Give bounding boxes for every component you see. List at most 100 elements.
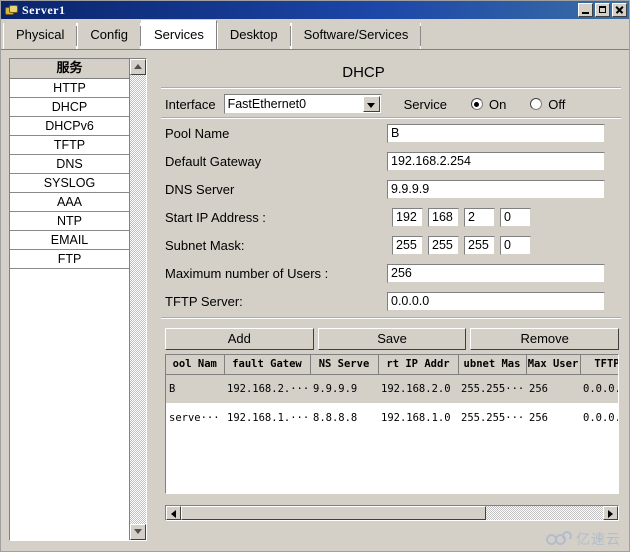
tab-desktop[interactable]: Desktop bbox=[216, 23, 291, 49]
tab-software-services[interactable]: Software/Services bbox=[290, 23, 422, 49]
services-list: 服务 HTTP DHCP DHCPv6 TFTP DNS SYSLOG AAA … bbox=[10, 59, 130, 540]
subnet-mask-row: Subnet Mask: 255 255 255 0 bbox=[157, 231, 625, 259]
pool-name-input[interactable]: B bbox=[387, 123, 605, 143]
col-dns-server[interactable]: NS Serve bbox=[310, 355, 379, 375]
dns-server-label: DNS Server bbox=[165, 181, 235, 197]
subnet-mask-octet-4[interactable]: 0 bbox=[500, 235, 531, 255]
dns-server-row: DNS Server 9.9.9.9 bbox=[157, 175, 625, 203]
cell-start-ip: 192.168.1.0 bbox=[378, 403, 458, 432]
subnet-mask-octet-2[interactable]: 255 bbox=[428, 235, 459, 255]
start-ip-label: Start IP Address : bbox=[165, 209, 266, 225]
max-users-row: Maximum number of Users : 256 bbox=[157, 259, 625, 287]
remove-button[interactable]: Remove bbox=[470, 328, 620, 350]
cloud-logo-icon bbox=[546, 531, 572, 547]
table-row[interactable]: B 192.168.2.··· 9.9.9.9 192.168.2.0 255.… bbox=[166, 374, 618, 403]
save-button[interactable]: Save bbox=[317, 328, 467, 350]
dhcp-panel: DHCP Interface FastEthernet0 Service On … bbox=[157, 50, 625, 551]
start-ip-octet-1[interactable]: 192 bbox=[392, 207, 423, 227]
start-ip-octet-3[interactable]: 2 bbox=[464, 207, 495, 227]
interface-select[interactable]: FastEthernet0 bbox=[223, 94, 382, 114]
subnet-mask-octet-3[interactable]: 255 bbox=[464, 235, 495, 255]
close-button[interactable] bbox=[612, 3, 627, 17]
scroll-right-icon[interactable] bbox=[603, 506, 618, 520]
service-off-option[interactable]: Off bbox=[530, 97, 565, 112]
scroll-up-icon[interactable] bbox=[130, 59, 146, 75]
default-gateway-row: Default Gateway 192.168.2.254 bbox=[157, 147, 625, 175]
sidebar-scrollbar[interactable] bbox=[130, 59, 146, 540]
sidebar-item-http[interactable]: HTTP bbox=[10, 79, 129, 98]
tab-config[interactable]: Config bbox=[77, 23, 141, 49]
default-gateway-label: Default Gateway bbox=[165, 153, 262, 169]
watermark-text: 亿速云 bbox=[576, 532, 621, 548]
title-bar: Server1 bbox=[1, 1, 629, 19]
pool-name-label: Pool Name bbox=[165, 125, 230, 141]
sidebar-item-ntp[interactable]: NTP bbox=[10, 212, 129, 231]
sidebar-item-dhcp[interactable]: DHCP bbox=[10, 98, 129, 117]
cell-tftp: 0.0.0.0 bbox=[580, 374, 618, 403]
service-on-option[interactable]: On bbox=[470, 96, 507, 112]
tab-services[interactable]: Services bbox=[141, 20, 217, 49]
window-title: Server1 bbox=[22, 2, 66, 17]
default-gateway-input[interactable]: 192.168.2.254 bbox=[387, 151, 605, 171]
service-on-label: On bbox=[488, 96, 507, 112]
sidebar-item-dhcpv6[interactable]: DHCPv6 bbox=[10, 117, 129, 136]
content-area: 服务 HTTP DHCP DHCPv6 TFTP DNS SYSLOG AAA … bbox=[1, 50, 629, 551]
subnet-mask-label: Subnet Mask: bbox=[165, 237, 245, 253]
col-max-user[interactable]: Max User bbox=[526, 355, 581, 375]
service-label: Service bbox=[403, 96, 447, 112]
cell-tftp: 0.0.0.0 bbox=[580, 403, 618, 432]
services-list-header: 服务 bbox=[10, 59, 129, 79]
services-sidebar: 服务 HTTP DHCP DHCPv6 TFTP DNS SYSLOG AAA … bbox=[9, 58, 147, 541]
scroll-left-icon[interactable] bbox=[166, 506, 181, 520]
table-header-row: ool Nam fault Gatew NS Serve rt IP Addr … bbox=[166, 355, 618, 375]
max-users-label: Maximum number of Users : bbox=[165, 265, 329, 281]
sidebar-item-email[interactable]: EMAIL bbox=[10, 231, 129, 250]
cell-max-user: 256 bbox=[526, 403, 580, 432]
col-default-gateway[interactable]: fault Gatew bbox=[224, 355, 311, 375]
cell-default-gateway: 192.168.2.··· bbox=[224, 374, 310, 403]
service-off-label: Off bbox=[548, 96, 566, 112]
start-ip-octet-4[interactable]: 0 bbox=[500, 207, 531, 227]
cell-pool-name: serve··· bbox=[166, 403, 224, 432]
scroll-down-icon[interactable] bbox=[130, 524, 146, 540]
tab-bar: Physical Config Services Desktop Softwar… bbox=[1, 19, 629, 50]
col-start-ip-address[interactable]: rt IP Addr bbox=[378, 355, 459, 375]
add-button[interactable]: Add bbox=[165, 328, 314, 350]
cell-default-gateway: 192.168.1.··· bbox=[224, 403, 310, 432]
cell-dns-server: 8.8.8.8 bbox=[310, 403, 378, 432]
radio-on-icon[interactable] bbox=[470, 98, 483, 110]
server-gear-icon bbox=[4, 3, 18, 17]
tftp-server-label: TFTP Server: bbox=[165, 293, 243, 309]
max-users-input[interactable]: 256 bbox=[387, 263, 605, 283]
col-pool-name[interactable]: ool Nam bbox=[166, 355, 225, 375]
table-row[interactable]: serve··· 192.168.1.··· 8.8.8.8 192.168.1… bbox=[166, 403, 618, 432]
subnet-mask-octet-1[interactable]: 255 bbox=[392, 235, 423, 255]
dhcp-pool-table: ool Nam fault Gatew NS Serve rt IP Addr … bbox=[165, 354, 619, 494]
sidebar-item-aaa[interactable]: AAA bbox=[10, 193, 129, 212]
window-controls bbox=[578, 3, 627, 17]
sidebar-item-syslog[interactable]: SYSLOG bbox=[10, 174, 129, 193]
chevron-down-icon[interactable] bbox=[362, 96, 380, 112]
tftp-server-input[interactable]: 0.0.0.0 bbox=[387, 291, 605, 311]
minimize-button[interactable] bbox=[578, 3, 593, 17]
col-subnet-mask[interactable]: ubnet Mas bbox=[458, 355, 527, 375]
page-title: DHCP bbox=[342, 64, 385, 81]
maximize-button[interactable] bbox=[595, 3, 610, 17]
interface-label: Interface bbox=[165, 96, 216, 112]
scrollbar-thumb[interactable] bbox=[181, 506, 486, 520]
watermark: 亿速云 bbox=[546, 529, 621, 549]
pool-name-row: Pool Name B bbox=[157, 119, 625, 147]
tab-physical[interactable]: Physical bbox=[3, 23, 78, 49]
sidebar-item-ftp[interactable]: FTP bbox=[10, 250, 129, 269]
col-tftp[interactable]: TFTP bbox=[580, 355, 618, 375]
sidebar-item-dns[interactable]: DNS bbox=[10, 155, 129, 174]
start-ip-octet-2[interactable]: 168 bbox=[428, 207, 459, 227]
interface-row: Interface FastEthernet0 Service On Off bbox=[157, 89, 625, 117]
radio-off-icon[interactable] bbox=[530, 98, 543, 110]
table-horizontal-scrollbar[interactable] bbox=[165, 505, 619, 521]
cell-subnet-mask: 255.255··· bbox=[458, 374, 526, 403]
start-ip-row: Start IP Address : 192 168 2 0 bbox=[157, 203, 625, 231]
cell-dns-server: 9.9.9.9 bbox=[310, 374, 378, 403]
sidebar-item-tftp[interactable]: TFTP bbox=[10, 136, 129, 155]
dns-server-input[interactable]: 9.9.9.9 bbox=[387, 179, 605, 199]
